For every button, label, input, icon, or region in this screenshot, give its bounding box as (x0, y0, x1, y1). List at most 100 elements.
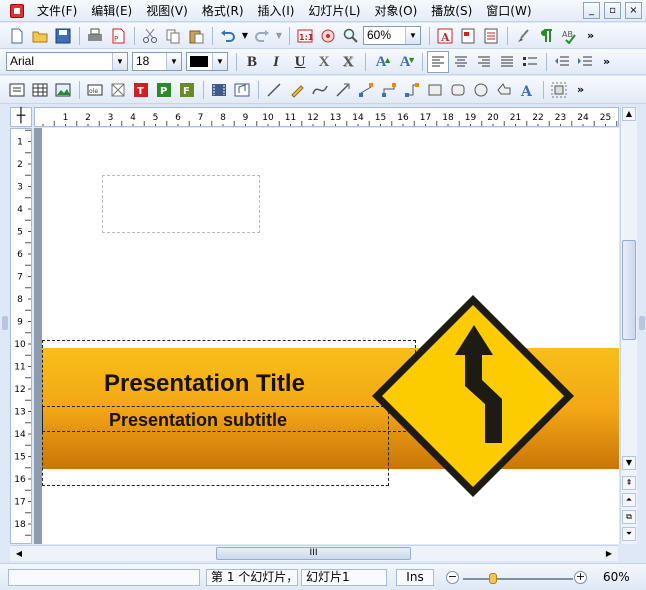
textbox-icon[interactable] (6, 79, 28, 101)
scroll-left-icon[interactable]: ◀ (12, 547, 26, 561)
menu-view[interactable]: 视图(V) (139, 1, 195, 21)
elbow-connector-icon[interactable] (401, 79, 423, 101)
app-icon[interactable] (10, 3, 24, 18)
zoom-out-icon[interactable]: − (446, 571, 459, 584)
placeholder-p-icon[interactable]: P (153, 79, 175, 101)
paragraph-mark-icon[interactable] (535, 25, 557, 47)
page-icon[interactable] (457, 25, 479, 47)
next-slide-icon[interactable]: ⏷ (622, 527, 636, 541)
restore-button[interactable]: ▫ (604, 2, 621, 19)
status-insert-mode[interactable]: Ins (396, 569, 434, 586)
new-icon[interactable] (6, 25, 28, 47)
close-button[interactable]: × (625, 2, 642, 19)
save-icon[interactable] (52, 25, 74, 47)
image-icon[interactable] (52, 79, 74, 101)
connector-icon[interactable] (355, 79, 377, 101)
paste-icon[interactable] (185, 25, 207, 47)
ruler-corner[interactable]: ┼ (10, 107, 32, 127)
font-color-select[interactable]: ▼ (186, 52, 228, 71)
ole-icon[interactable]: ole (84, 79, 106, 101)
open-icon[interactable] (29, 25, 51, 47)
ellipse-icon[interactable] (470, 79, 492, 101)
toolbar2-more-button[interactable]: » (603, 55, 610, 68)
shadow-button[interactable]: X (337, 51, 359, 73)
pencil-icon[interactable] (286, 79, 308, 101)
wordart-icon[interactable]: A (516, 79, 538, 101)
increase-indent-icon[interactable] (574, 51, 596, 73)
undo-dropdown-icon[interactable]: ▼ (240, 25, 250, 47)
menu-format[interactable]: 格式(R) (195, 1, 251, 21)
cut-icon[interactable] (139, 25, 161, 47)
slide-title[interactable]: Presentation Title (104, 370, 305, 398)
redo-dropdown-icon[interactable]: ▼ (274, 25, 284, 47)
horizontal-scrollbar[interactable]: ◀ III ▶ (10, 545, 618, 561)
zoom-slider-knob[interactable] (489, 573, 497, 584)
redo-icon[interactable] (251, 25, 273, 47)
justify-icon[interactable] (496, 51, 518, 73)
zoom-slider-track[interactable] (463, 578, 573, 580)
slide-view-icon[interactable]: ⧉ (622, 510, 636, 524)
grow-font-button[interactable]: A ▲ (370, 51, 392, 73)
right-pane-grip[interactable] (639, 316, 645, 330)
text-color-icon[interactable]: A (434, 25, 456, 47)
empty-placeholder[interactable] (102, 175, 260, 233)
minimize-button[interactable]: _ (583, 2, 600, 19)
menu-window[interactable]: 窗口(W) (479, 1, 538, 21)
pdf-icon[interactable]: P (107, 25, 129, 47)
align-right-icon[interactable] (473, 51, 495, 73)
connector2-icon[interactable] (378, 79, 400, 101)
bold-button[interactable]: B (241, 51, 263, 73)
menu-file[interactable]: 文件(F) (30, 1, 84, 21)
italic-button[interactable]: I (265, 51, 287, 73)
toolbar3-more-button[interactable]: » (577, 83, 584, 96)
menu-insert[interactable]: 插入(I) (251, 1, 302, 21)
first-slide-icon[interactable]: ⇞ (622, 476, 636, 490)
shape-icon[interactable] (493, 79, 515, 101)
arrow-icon[interactable] (332, 79, 354, 101)
menu-play[interactable]: 播放(S) (424, 1, 479, 21)
previous-slide-icon[interactable]: ⏶ (622, 493, 636, 507)
title-placeholder-icon[interactable]: T (130, 79, 152, 101)
scroll-right-icon[interactable]: ▶ (602, 547, 616, 561)
underline-button[interactable]: U (289, 51, 311, 73)
placeholder-f-icon[interactable]: F (176, 79, 198, 101)
align-center-icon[interactable] (450, 51, 472, 73)
slide-canvas[interactable]: Presentation Title Presentation subtitle (42, 128, 619, 544)
spellcheck-icon[interactable]: AB (558, 25, 580, 47)
menu-object[interactable]: 对象(O) (367, 1, 424, 21)
menu-slide[interactable]: 幻灯片(L) (301, 1, 367, 21)
rectangle-icon[interactable] (424, 79, 446, 101)
bullets-icon[interactable] (519, 51, 541, 73)
group-icon[interactable] (548, 79, 570, 101)
slide-subtitle[interactable]: Presentation subtitle (109, 410, 287, 431)
curve-icon[interactable] (309, 79, 331, 101)
frame-icon[interactable] (107, 79, 129, 101)
zoom-select[interactable]: 60% ▼ (363, 26, 421, 45)
horizontal-scroll-thumb[interactable]: III (216, 547, 411, 560)
toolbar1-more-button[interactable]: » (587, 29, 594, 42)
font-name-select[interactable]: Arial ▼ (6, 52, 128, 71)
vertical-scrollbar[interactable]: ▲ ▼ ⇞ ⏶ ⧉ ⏷ (620, 107, 637, 544)
strikethrough-button[interactable]: X (313, 51, 335, 73)
line-icon[interactable] (263, 79, 285, 101)
print-icon[interactable] (84, 25, 106, 47)
zoom-in-icon[interactable]: + (574, 571, 587, 584)
menu-edit[interactable]: 编辑(E) (84, 1, 139, 21)
align-left-icon[interactable] (427, 50, 449, 73)
decrease-indent-icon[interactable] (551, 51, 573, 73)
table-icon[interactable] (29, 79, 51, 101)
copy-icon[interactable] (162, 25, 184, 47)
scroll-up-icon[interactable]: ▲ (622, 107, 636, 121)
vertical-scroll-thumb[interactable] (622, 240, 636, 340)
zoom-icon[interactable] (317, 25, 339, 47)
zoom-search-icon[interactable] (340, 25, 362, 47)
list-icon[interactable] (480, 25, 502, 47)
slide-editor[interactable]: Presentation Title Presentation subtitle (34, 128, 619, 544)
film-icon[interactable] (208, 79, 230, 101)
left-pane-grip[interactable] (2, 316, 8, 330)
audio-icon[interactable] (231, 79, 253, 101)
font-size-select[interactable]: 18 ▼ (132, 52, 182, 71)
vertical-ruler[interactable]: 1 2 3 4 5 6 7 8 9 10 11 12 13 14 15 16 17 18 (10, 128, 32, 544)
rounded-rect-icon[interactable] (447, 79, 469, 101)
actual-size-icon[interactable]: 1:1 (294, 25, 316, 47)
